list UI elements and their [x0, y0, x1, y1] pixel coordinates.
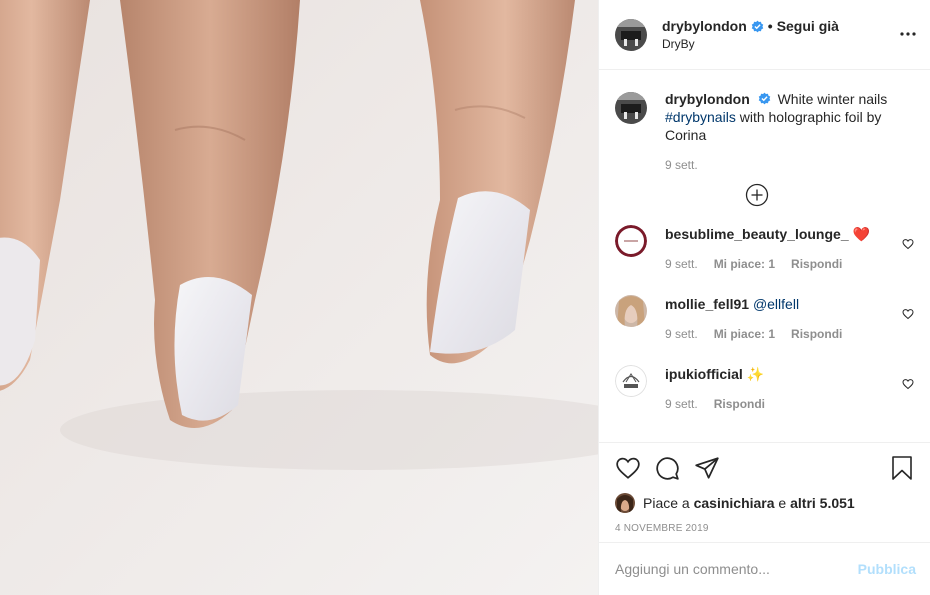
caption-hashtag[interactable]: #drybynails	[665, 109, 736, 125]
author-avatar-image	[615, 18, 647, 51]
author-username[interactable]: drybylondon	[662, 18, 747, 34]
liker-username[interactable]: casinichiara	[694, 495, 775, 511]
comment-body: besublime_beauty_lounge_ ❤️ 9 sett. Mi p…	[665, 225, 914, 273]
reply-button[interactable]: Rispondi	[714, 395, 765, 413]
commenter-avatar[interactable]	[615, 365, 647, 397]
comment-icon[interactable]	[654, 455, 680, 481]
caption-avatar[interactable]	[615, 92, 647, 124]
caption-text-before: White winter nails	[777, 91, 888, 107]
comment-username[interactable]: mollie_fell91	[665, 296, 749, 312]
author-info: drybylondon • Segui già DryBy	[662, 18, 839, 51]
comment-meta: 9 sett. Mi piace: 1 Rispondi	[665, 255, 914, 273]
comments-section[interactable]: drybylondon White winter nails #drybynai…	[599, 70, 930, 442]
commenter-avatar-image	[615, 295, 647, 327]
comment-time[interactable]: 9 sett.	[665, 325, 698, 343]
post-header: drybylondon • Segui già DryBy	[599, 0, 930, 70]
more-icon	[900, 32, 916, 36]
caption-username[interactable]: drybylondon	[665, 91, 750, 107]
likes-prefix: Piace a	[643, 495, 690, 511]
comment-time[interactable]: 9 sett.	[665, 395, 698, 413]
comment-text: ✨	[746, 366, 765, 382]
follow-separator: •	[767, 18, 773, 34]
instagram-post: drybylondon • Segui già DryBy drybylondo…	[0, 0, 930, 595]
caption-time[interactable]: 9 sett.	[665, 156, 698, 174]
commenter-avatar-image	[615, 225, 647, 257]
caption: drybylondon White winter nails #drybynai…	[615, 91, 914, 174]
liker-avatar-image	[615, 493, 635, 513]
comment-item: ipukiofficial ✨ 9 sett. Rispondi	[615, 365, 914, 413]
comment-item: mollie_fell91 @ellfell 9 sett. Mi piace:…	[615, 295, 914, 343]
comment-body: mollie_fell91 @ellfell 9 sett. Mi piace:…	[665, 295, 914, 343]
post-image[interactable]	[0, 0, 598, 595]
commenter-avatar[interactable]	[615, 295, 647, 327]
caption-meta: 9 sett.	[665, 156, 914, 174]
comment-mention[interactable]: @ellfell	[753, 296, 799, 312]
comment-meta: 9 sett. Mi piace: 1 Rispondi	[665, 325, 914, 343]
comment-meta: 9 sett. Rispondi	[665, 395, 914, 413]
nail-photo	[0, 0, 598, 595]
follow-button[interactable]: Segui già	[777, 18, 839, 34]
verified-icon	[758, 92, 770, 105]
author-line: drybylondon • Segui già	[662, 18, 839, 34]
publish-button[interactable]: Pubblica	[858, 561, 916, 577]
caption-avatar-image	[615, 92, 647, 124]
comment-username[interactable]: ipukiofficial	[665, 366, 743, 382]
comment-username[interactable]: besublime_beauty_lounge_	[665, 226, 849, 242]
comment-time[interactable]: 9 sett.	[665, 255, 698, 273]
comment-body: ipukiofficial ✨ 9 sett. Rispondi	[665, 365, 914, 413]
heart-icon[interactable]	[902, 238, 914, 250]
post-sidebar: drybylondon • Segui già DryBy drybylondo…	[598, 0, 930, 595]
heart-icon[interactable]	[902, 308, 914, 320]
plus-circle-icon[interactable]	[745, 183, 769, 207]
heart-icon[interactable]	[902, 378, 914, 390]
verified-icon	[751, 20, 764, 32]
share-icon[interactable]	[694, 455, 720, 481]
likes-count[interactable]: altri 5.051	[790, 495, 855, 511]
post-date[interactable]: 4 NOVEMBRE 2019	[615, 523, 914, 534]
comment-input[interactable]	[615, 561, 858, 577]
more-options-button[interactable]	[900, 24, 916, 36]
caption-body: drybylondon White winter nails #drybynai…	[665, 91, 914, 174]
likes-joiner: e	[778, 495, 787, 511]
author-subtitle[interactable]: DryBy	[662, 37, 839, 51]
comment-item: besublime_beauty_lounge_ ❤️ 9 sett. Mi p…	[615, 225, 914, 273]
bookmark-icon[interactable]	[890, 455, 914, 481]
comment-text: ❤️	[852, 226, 870, 242]
liker-avatar[interactable]	[615, 493, 635, 513]
action-icons	[615, 443, 914, 493]
reply-button[interactable]: Rispondi	[791, 325, 842, 343]
likes-summary: Piace a casinichiara e altri 5.051	[615, 493, 914, 513]
comment-likes[interactable]: Mi piace: 1	[714, 325, 775, 343]
commenter-avatar[interactable]	[615, 225, 647, 257]
add-comment-bar: Pubblica	[599, 542, 930, 595]
commenter-avatar-image	[615, 365, 647, 397]
heart-icon[interactable]	[615, 455, 641, 481]
comment-likes[interactable]: Mi piace: 1	[714, 255, 775, 273]
author-avatar[interactable]	[615, 18, 647, 51]
reply-button[interactable]: Rispondi	[791, 255, 842, 273]
post-actions: Piace a casinichiara e altri 5.051 4 NOV…	[599, 442, 930, 542]
